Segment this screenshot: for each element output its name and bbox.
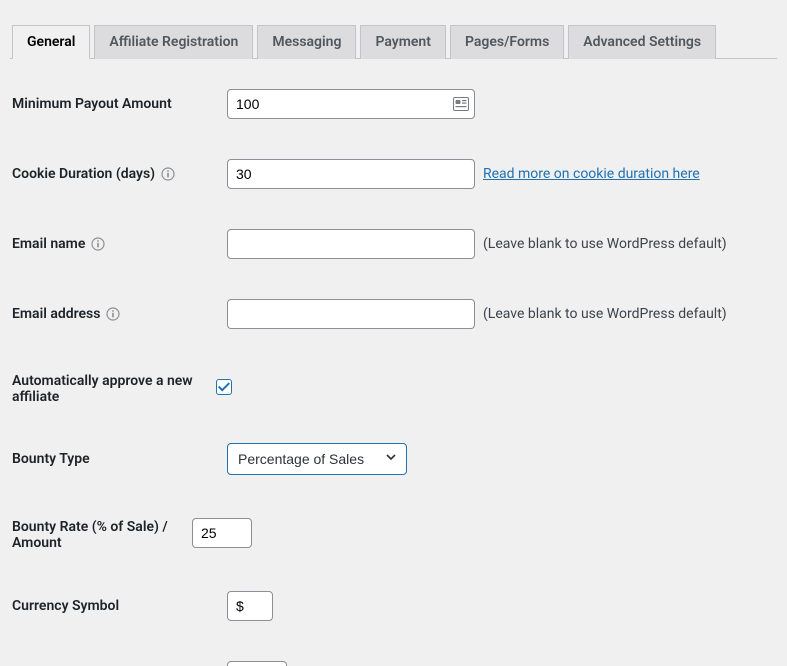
input-currency-code[interactable] [227, 661, 287, 666]
info-icon [106, 307, 120, 321]
label-bounty-type: Bounty Type [12, 451, 227, 467]
input-bounty-rate[interactable] [192, 518, 252, 548]
input-email-address[interactable] [227, 299, 475, 329]
row-bounty-rate: Bounty Rate (% of Sale) / Amount [10, 515, 777, 551]
info-icon [161, 167, 175, 181]
row-currency-symbol: Currency Symbol [10, 591, 777, 621]
label-cookie-duration-text: Cookie Duration (days) [12, 166, 155, 182]
control-cookie-duration: Read more on cookie duration here [227, 159, 777, 189]
label-email-address: Email address [12, 306, 227, 322]
link-cookie-duration-help[interactable]: Read more on cookie duration here [483, 166, 700, 182]
info-icon [91, 237, 105, 251]
label-cookie-duration: Cookie Duration (days) [12, 166, 227, 182]
row-email-name: Email name (Leave blank to use WordPress… [10, 229, 777, 259]
control-auto-approve [212, 376, 777, 398]
tab-advanced-settings[interactable]: Advanced Settings [568, 25, 716, 59]
row-auto-approve: Automatically approve a new affiliate [10, 369, 777, 405]
hint-email-name: (Leave blank to use WordPress default) [483, 236, 727, 252]
control-bounty-type: Percentage of Sales [227, 443, 777, 475]
tab-affiliate-registration[interactable]: Affiliate Registration [94, 25, 253, 59]
row-cookie-duration: Cookie Duration (days) Read more on cook… [10, 159, 777, 189]
label-auto-approve: Automatically approve a new affiliate [12, 369, 212, 405]
label-min-payout: Minimum Payout Amount [12, 96, 227, 112]
label-email-name: Email name [12, 236, 227, 252]
input-cookie-duration[interactable] [227, 159, 475, 189]
control-currency-symbol [227, 591, 777, 621]
control-bounty-rate [192, 518, 777, 548]
row-currency-code: Currency Code [10, 661, 777, 666]
row-bounty-type: Bounty Type Percentage of Sales [10, 443, 777, 475]
select-bounty-type[interactable]: Percentage of Sales [227, 443, 407, 475]
hint-email-address: (Leave blank to use WordPress default) [483, 306, 727, 322]
tabs: General Affiliate Registration Messaging… [10, 10, 777, 59]
control-currency-code [227, 661, 777, 666]
tab-general[interactable]: General [12, 25, 90, 59]
checkbox-auto-approve[interactable] [216, 379, 232, 395]
tab-payment[interactable]: Payment [360, 25, 446, 59]
label-currency-symbol: Currency Symbol [12, 598, 227, 614]
settings-page: General Affiliate Registration Messaging… [0, 0, 787, 666]
input-currency-symbol[interactable] [227, 591, 273, 621]
tab-messaging[interactable]: Messaging [257, 25, 356, 59]
input-email-name[interactable] [227, 229, 475, 259]
input-min-payout[interactable] [227, 89, 475, 119]
control-min-payout [227, 89, 777, 119]
control-email-name: (Leave blank to use WordPress default) [227, 229, 777, 259]
label-email-address-text: Email address [12, 306, 100, 322]
row-min-payout: Minimum Payout Amount [10, 89, 777, 119]
label-bounty-rate: Bounty Rate (% of Sale) / Amount [12, 515, 192, 551]
tab-pages-forms[interactable]: Pages/Forms [450, 25, 564, 59]
label-email-name-text: Email name [12, 236, 85, 252]
row-email-address: Email address (Leave blank to use WordPr… [10, 299, 777, 329]
control-email-address: (Leave blank to use WordPress default) [227, 299, 777, 329]
